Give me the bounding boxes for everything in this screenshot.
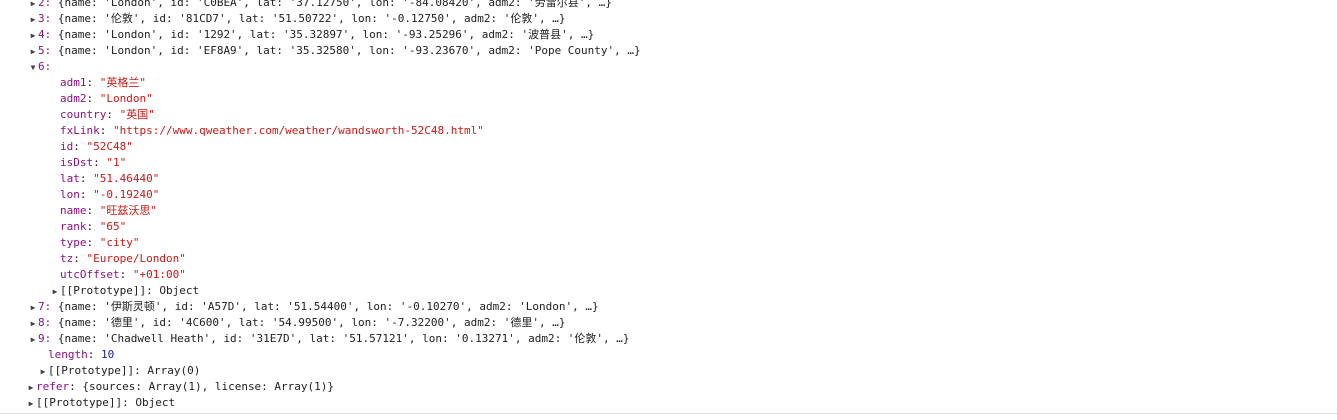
root-prototype-row[interactable]: ▶ [[Prototype]]: Object	[0, 395, 1337, 411]
tree-row-5[interactable]: ▶ 5: {name: 'London', id: 'EF8A9', lat: '…	[0, 43, 1337, 59]
prop-utcoffset: utcOffset: "+01:00"	[60, 268, 186, 281]
tree-row-2[interactable]: ▶ 2: {name: 'London', id: 'C0BEA', lat: '…	[0, 0, 1337, 11]
refer-row[interactable]: ▶ refer: {sources: Array(1), license: Arr…	[0, 379, 1337, 395]
expand-triangle-icon[interactable]: ▶	[50, 284, 60, 300]
console-object-tree: ▶ 2: {name: 'London', id: 'C0BEA', lat: '…	[0, 0, 1337, 411]
prop-id: id: "52C48"	[60, 140, 133, 153]
expand-triangle-icon[interactable]: ▶	[26, 396, 36, 412]
row-index: 7:	[38, 300, 52, 313]
row-preview: {name: 'Chadwell Heath', id: '31E7D', la…	[57, 332, 630, 345]
expand-triangle-icon[interactable]: ▶	[28, 28, 38, 44]
row-index: 2:	[38, 0, 52, 9]
prop-type: type: "city"	[60, 236, 140, 249]
prop-adm2: adm2: "London"	[60, 92, 153, 105]
row-preview: {name: 'London', id: '1292', lat: '35.32…	[57, 28, 595, 41]
row-index: 8:	[38, 316, 52, 329]
row-index: 3:	[38, 12, 52, 25]
row-index: 9:	[38, 332, 52, 345]
row-index: 6:	[38, 60, 52, 73]
prototype-object-row[interactable]: ▶ [[Prototype]]: Object	[0, 283, 1337, 299]
prop-isdst: isDst: "1"	[60, 156, 127, 169]
array-prototype-row[interactable]: ▶ [[Prototype]]: Array(0)	[0, 363, 1337, 379]
console-bottom-divider	[0, 413, 1337, 420]
row-preview: {name: '伦敦', id: '81CD7', lat: '51.50722…	[57, 12, 566, 25]
prop-adm1: adm1: "英格兰"	[60, 76, 146, 89]
expand-triangle-icon[interactable]: ▶	[38, 364, 48, 380]
expand-triangle-icon[interactable]: ▶	[28, 12, 38, 28]
prototype-label: [[Prototype]]: Object	[60, 284, 200, 297]
row-preview: {name: '伊斯灵顿', id: 'A57D', lat: '51.5440…	[57, 300, 599, 313]
prop-fxlink: fxLink: "https://www.qweather.com/weathe…	[60, 124, 484, 137]
prop-lon: lon: "-0.19240"	[60, 188, 160, 201]
tree-row-7[interactable]: ▶ 7: {name: '伊斯灵顿', id: 'A57D', lat: '51.…	[0, 299, 1337, 315]
tree-row-9[interactable]: ▶ 9: {name: 'Chadwell Heath', id: '31E7D'…	[0, 331, 1337, 347]
tree-row-8[interactable]: ▶ 8: {name: '德里', id: '4C600', lat: '54.9…	[0, 315, 1337, 331]
expand-triangle-icon[interactable]: ▶	[28, 332, 38, 348]
prop-country: country: "英国"	[60, 108, 155, 121]
row-preview: {name: 'London', id: 'EF8A9', lat: '35.3…	[57, 44, 641, 57]
collapse-triangle-icon[interactable]: ▼	[28, 60, 38, 76]
expand-triangle-icon[interactable]: ▶	[28, 300, 38, 316]
prop-lat: lat: "51.46440"	[60, 172, 160, 185]
expand-triangle-icon[interactable]: ▶	[28, 316, 38, 332]
tree-row-3[interactable]: ▶ 3: {name: '伦敦', id: '81CD7', lat: '51.5…	[0, 11, 1337, 27]
expand-triangle-icon[interactable]: ▶	[26, 380, 36, 396]
row-preview: {name: 'London', id: 'C0BEA', lat: '37.1…	[57, 0, 612, 9]
row-index: 5:	[38, 44, 52, 57]
prop-name: name: "旺兹沃思"	[60, 204, 157, 217]
row-index: 4:	[38, 28, 52, 41]
tree-row-4[interactable]: ▶ 4: {name: 'London', id: '1292', lat: '3…	[0, 27, 1337, 43]
array-length-row: length: 10	[48, 348, 115, 361]
expand-triangle-icon[interactable]: ▶	[28, 44, 38, 60]
prop-tz: tz: "Europe/London"	[60, 252, 186, 265]
prop-rank: rank: "65"	[60, 220, 127, 233]
tree-row-6[interactable]: ▼ 6:	[0, 59, 1337, 75]
row-preview: {name: '德里', id: '4C600', lat: '54.99500…	[57, 316, 566, 329]
